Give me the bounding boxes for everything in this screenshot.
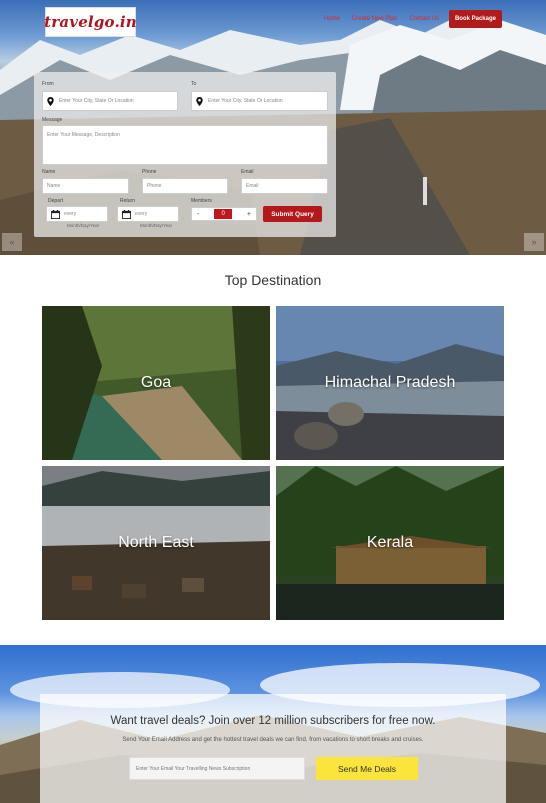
calendar-icon: [122, 209, 131, 219]
book-package-button[interactable]: Book Package: [448, 10, 502, 28]
to-field[interactable]: Enter Your City, State Or Location: [191, 91, 328, 111]
members-decrement-button[interactable]: -: [197, 211, 199, 218]
members-count[interactable]: 0: [214, 209, 233, 219]
return-hint: Month/Day/Year: [140, 223, 173, 228]
return-field[interactable]: every: [117, 206, 179, 222]
depart-field[interactable]: every: [46, 206, 108, 222]
from-label: From: [42, 81, 54, 87]
subscribe-email-placeholder: Enter Your Email Your Travelling News Su…: [136, 765, 251, 772]
return-label: Return: [120, 198, 136, 204]
slider-next-button[interactable]: »: [524, 233, 544, 251]
to-placeholder: Enter Your City, State Or Location: [208, 98, 283, 104]
message-placeholder: Enter Your Message, Description: [47, 132, 120, 138]
calendar-icon: [51, 209, 60, 219]
phone-label: Phone: [142, 169, 157, 175]
destination-card-himachal[interactable]: Himachal Pradesh: [276, 306, 504, 460]
name-label: Name: [42, 169, 56, 175]
nav-home[interactable]: Home: [324, 16, 340, 22]
location-pin-icon: [196, 96, 203, 106]
phone-placeholder: Phone: [147, 183, 162, 189]
from-placeholder: Enter Your City, State Or Location: [59, 98, 134, 104]
subscribe-email-input[interactable]: Enter Your Email Your Travelling News Su…: [129, 757, 305, 780]
destination-name: North East: [118, 534, 194, 551]
destination-card-north-east[interactable]: North East: [42, 466, 270, 620]
email-field[interactable]: Email: [241, 178, 328, 194]
location-pin-icon: [47, 96, 54, 106]
return-value: every: [135, 211, 148, 217]
send-me-deals-button[interactable]: Send Me Deals: [316, 757, 418, 780]
subscribe-text: Send Your Email Address and get the hott…: [122, 737, 424, 743]
email-label: Email: [241, 169, 254, 175]
depart-value: every: [64, 211, 77, 217]
destination-name: Himachal Pradesh: [324, 374, 456, 391]
name-field[interactable]: Name: [42, 178, 129, 194]
depart-hint: Month/Day/Year: [67, 223, 100, 228]
email-placeholder: Email: [246, 183, 259, 189]
destination-name: Goa: [140, 374, 172, 391]
to-label: To: [191, 81, 197, 87]
members-stepper: - 0 +: [191, 207, 257, 221]
message-field[interactable]: Enter Your Message, Description: [42, 125, 328, 165]
from-field[interactable]: Enter Your City, State Or Location: [42, 91, 178, 111]
subscribe-panel: [40, 694, 506, 803]
destination-card-kerala[interactable]: Kerala: [276, 466, 504, 620]
site-logo[interactable]: travelgo.in: [44, 7, 137, 37]
members-label: Members: [191, 198, 212, 204]
name-placeholder: Name: [47, 183, 61, 189]
destination-card-goa[interactable]: Goa: [42, 306, 270, 460]
phone-field[interactable]: Phone: [142, 178, 228, 194]
main-nav: Home Create New Plan Contact Us Book Pac…: [312, 10, 502, 28]
subscribe-title: Want travel deals? Join over 12 million …: [110, 715, 436, 727]
depart-label: Depart: [48, 198, 64, 204]
nav-create-plan[interactable]: Create New Plan: [352, 16, 397, 22]
members-increment-button[interactable]: +: [247, 211, 251, 218]
nav-contact[interactable]: Contact Us: [409, 16, 439, 22]
destination-name: Kerala: [366, 534, 414, 551]
section-title: Top Destination: [224, 272, 322, 288]
submit-query-button[interactable]: Submit Query: [263, 206, 322, 222]
message-label: Message: [42, 117, 63, 123]
slider-prev-button[interactable]: «: [2, 233, 22, 251]
